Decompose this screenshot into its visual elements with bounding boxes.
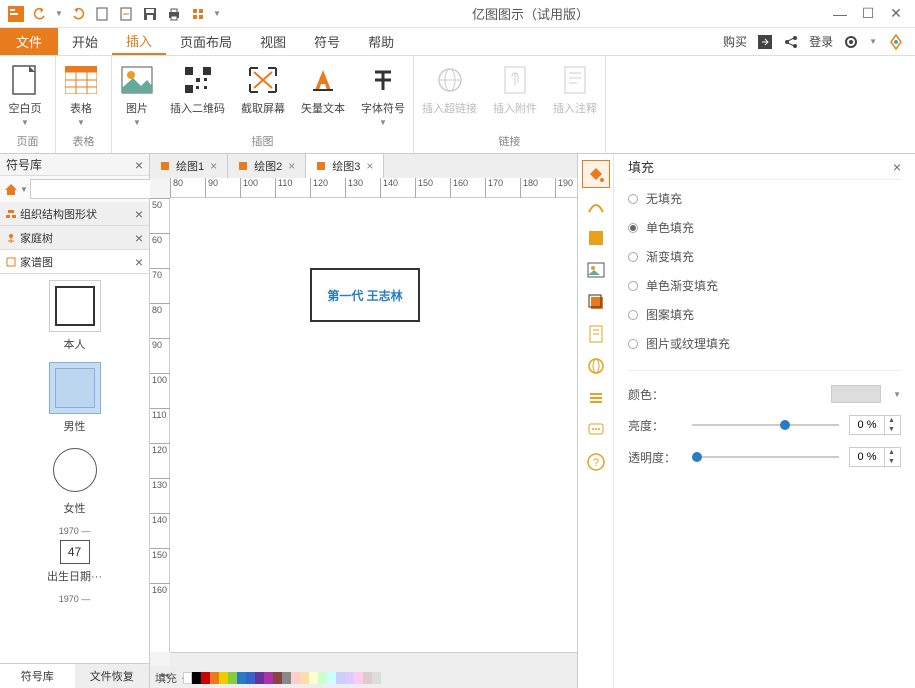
symbol-library-title: 符号库 (6, 156, 42, 173)
qrcode-button[interactable]: 插入二维码 (162, 60, 233, 131)
new-button[interactable] (92, 4, 112, 24)
color-palette[interactable] (183, 672, 381, 684)
settings-icon[interactable] (843, 34, 859, 50)
close-tab-icon[interactable]: × (288, 159, 295, 173)
screenshot-button[interactable]: 截取屏幕 (233, 60, 293, 131)
print-button[interactable] (164, 4, 184, 24)
color-label: 颜色： (628, 386, 682, 403)
redo-button[interactable] (68, 4, 88, 24)
app-title: 亿图图示（试用版） (228, 4, 833, 23)
brightness-label: 亮度： (628, 417, 682, 434)
line-tool-icon[interactable] (582, 192, 610, 220)
horizontal-scrollbar[interactable] (170, 652, 577, 666)
attachment-button: 插入附件 (485, 60, 545, 131)
fill-tool-icon[interactable] (582, 160, 610, 188)
canvas[interactable]: 第一代 王志林 (170, 198, 577, 652)
open-button[interactable] (116, 4, 136, 24)
vector-text-button[interactable]: 矢量文本 (293, 60, 353, 131)
close-button[interactable]: ✕ (889, 7, 903, 21)
fill-option-none[interactable]: 无填充 (628, 190, 901, 207)
close-tab-icon[interactable]: × (366, 159, 373, 173)
canvas-shape-generation1[interactable]: 第一代 王志林 (310, 268, 420, 322)
note-button: 插入注释 (545, 60, 605, 131)
undo-button[interactable] (30, 4, 50, 24)
layer-tool-icon[interactable] (582, 288, 610, 316)
group-table-label: 表格 (56, 131, 111, 153)
accordion-org-chart[interactable]: 组织结构图形状 × (0, 202, 149, 226)
doc-tab-3[interactable]: 绘图3× (306, 154, 384, 178)
accordion-genealogy[interactable]: 家谱图 × (0, 250, 149, 274)
app-logo-icon[interactable] (887, 33, 905, 51)
table-button[interactable]: 表格 ▼ (56, 60, 106, 131)
menu-file[interactable]: 文件 (0, 28, 58, 55)
qat-dropdown[interactable]: ▼ (212, 4, 222, 24)
app-icon (6, 4, 26, 24)
menu-insert[interactable]: 插入 (112, 28, 166, 55)
close-tab-icon[interactable]: × (210, 159, 217, 173)
list-tool-icon[interactable] (582, 384, 610, 412)
buy-link[interactable]: 购买 (723, 33, 747, 50)
settings-dropdown[interactable]: ▼ (869, 37, 877, 46)
menu-view[interactable]: 视图 (246, 28, 300, 55)
opacity-label: 透明度： (628, 449, 682, 466)
group-illustration-label: 插图 (112, 131, 413, 153)
doc-tab-1[interactable]: 绘图1× (150, 154, 228, 178)
menu-help[interactable]: 帮助 (354, 28, 408, 55)
hyperlink-button: 插入超链接 (414, 60, 485, 131)
fill-option-pattern[interactable]: 图案填充 (628, 306, 901, 323)
maximize-button[interactable]: ☐ (861, 7, 875, 21)
group-link-label: 链接 (414, 131, 605, 153)
options-button[interactable] (188, 4, 208, 24)
picture-button[interactable]: 图片 ▼ (112, 60, 162, 131)
fill-panel-title: 填充 (628, 157, 654, 176)
export-icon[interactable] (757, 34, 773, 50)
save-button[interactable] (140, 4, 160, 24)
globe-tool-icon[interactable] (582, 352, 610, 380)
comment-tool-icon[interactable] (582, 416, 610, 444)
login-link[interactable]: 登录 (809, 33, 833, 50)
minimize-button[interactable]: — (833, 7, 847, 21)
shape-birth-date[interactable]: 1970 — 47 出生日期··· (47, 526, 102, 584)
shape-male[interactable]: 男性 (49, 362, 101, 434)
color-picker[interactable] (831, 385, 881, 403)
picture-tool-icon[interactable] (582, 256, 610, 284)
accordion-family-tree[interactable]: 家庭树 × (0, 226, 149, 250)
font-symbol-button[interactable]: 字体符号 ▼ (353, 60, 413, 131)
menu-symbol[interactable]: 符号 (300, 28, 354, 55)
blank-page-button[interactable]: 空白页 ▼ (0, 60, 50, 131)
share-icon[interactable] (783, 34, 799, 50)
status-fill-label: 填充 (155, 670, 177, 686)
tab-symbol-library[interactable]: 符号库 (0, 663, 75, 688)
home-dropdown[interactable]: ▼ (20, 185, 28, 194)
brightness-spinner[interactable]: ▲▼ (849, 415, 901, 435)
close-library-button[interactable]: × (135, 157, 143, 173)
shadow-tool-icon[interactable] (582, 224, 610, 252)
fill-option-texture[interactable]: 图片或纹理填充 (628, 335, 901, 352)
doc-tab-2[interactable]: 绘图2× (228, 154, 306, 178)
group-page-label: 页面 (0, 131, 55, 153)
tab-file-recovery[interactable]: 文件恢复 (75, 663, 150, 688)
color-dropdown[interactable]: ▼ (893, 390, 901, 399)
fill-option-solid[interactable]: 单色填充 (628, 219, 901, 236)
close-fill-panel[interactable]: × (893, 159, 901, 175)
fill-option-mono-gradient[interactable]: 单色渐变填充 (628, 277, 901, 294)
shape-year[interactable]: 1970 — (59, 594, 91, 604)
notes-tool-icon[interactable] (582, 320, 610, 348)
vertical-ruler: 50 60 70 80 90 100 110 120 130 140 150 1… (150, 198, 170, 652)
shape-female[interactable]: 女性 (49, 444, 101, 516)
menu-page-layout[interactable]: 页面布局 (166, 28, 246, 55)
undo-dropdown[interactable]: ▼ (54, 4, 64, 24)
brightness-slider[interactable] (692, 424, 839, 426)
shape-self[interactable]: 本人 (49, 280, 101, 352)
home-icon[interactable] (4, 180, 18, 198)
opacity-spinner[interactable]: ▲▼ (849, 447, 901, 467)
opacity-slider[interactable] (692, 456, 839, 458)
horizontal-ruler: 80 90 100 110 120 130 140 150 160 170 18… (170, 178, 577, 198)
svg-text:?: ? (592, 457, 598, 469)
menu-start[interactable]: 开始 (58, 28, 112, 55)
help-tool-icon[interactable]: ? (582, 448, 610, 476)
fill-option-gradient[interactable]: 渐变填充 (628, 248, 901, 265)
